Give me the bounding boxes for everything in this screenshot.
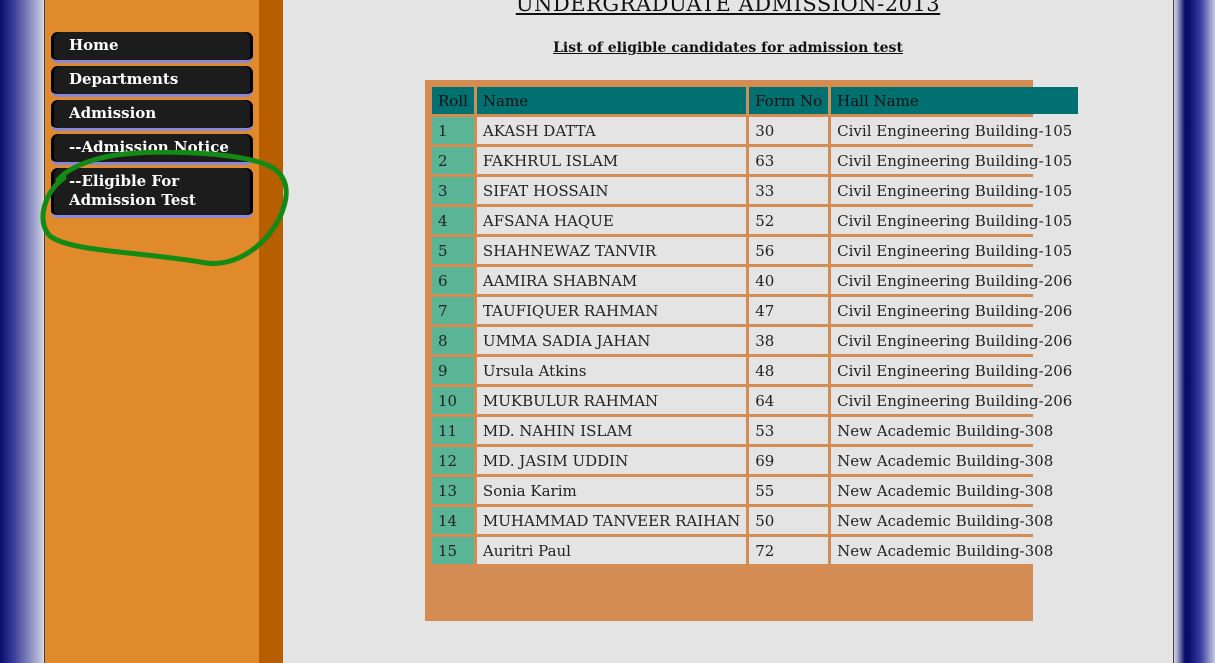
table-header-row: Roll Name Form No Hall Name: [432, 87, 1079, 114]
cell-roll: 1: [432, 117, 474, 144]
cell-roll: 4: [432, 207, 474, 234]
cell-roll: 8: [432, 327, 474, 354]
cell-roll: 15: [432, 537, 474, 564]
page-subtitle: List of eligible candidates for admissio…: [553, 40, 903, 56]
cell-form-no: 38: [749, 327, 829, 354]
cell-form-no: 50: [749, 507, 829, 534]
cell-hall-name: Civil Engineering Building-206: [831, 387, 1079, 414]
sidebar-strip: [259, 0, 283, 663]
nav-admission[interactable]: Admission: [51, 100, 253, 131]
cell-hall-name: Civil Engineering Building-206: [831, 267, 1079, 294]
cell-name: FAKHRUL ISLAM: [476, 147, 747, 174]
table-row: 11 MD. NAHIN ISLAM 53 New Academic Building…: [432, 417, 1079, 444]
cell-name: MUHAMMAD TANVEER RAIHAN: [476, 507, 747, 534]
table-row: 10 MUKBULUR RAHMAN 64 Civil Engineering Bui…: [432, 387, 1079, 414]
sidebar: Home Departments Admission --Admission N…: [45, 0, 259, 663]
cell-hall-name: Civil Engineering Building-105: [831, 177, 1079, 204]
nav-departments-label: Departments: [69, 70, 179, 88]
cell-form-no: 64: [749, 387, 829, 414]
candidates-table: Roll Name Form No Hall Name 1 AKASH DATTA…: [429, 84, 1081, 567]
cell-form-no: 30: [749, 117, 829, 144]
cell-name: MD. JASIM UDDIN: [476, 447, 747, 474]
cell-roll: 11: [432, 417, 474, 444]
right-background-gradient: [1173, 0, 1215, 663]
column-header-roll: Roll: [432, 87, 474, 114]
table-row: 3 SIFAT HOSSAIN 33 Civil Engineering Buildi…: [432, 177, 1079, 204]
cell-form-no: 52: [749, 207, 829, 234]
table-row: 15 Auritri Paul 72 New Academic Building-30…: [432, 537, 1079, 564]
cell-hall-name: Civil Engineering Building-105: [831, 207, 1079, 234]
cell-hall-name: Civil Engineering Building-105: [831, 117, 1079, 144]
page-title: UNDERGRADUATE ADMISSION-2013: [515, 0, 941, 16]
cell-form-no: 48: [749, 357, 829, 384]
cell-hall-name: New Academic Building-308: [831, 447, 1079, 474]
table-body: 1 AKASH DATTA 30 Civil Engineering Building…: [432, 117, 1079, 564]
cell-hall-name: Civil Engineering Building-105: [831, 237, 1079, 264]
table-row: 9 Ursula Atkins 48 Civil Engineering Buildi…: [432, 357, 1079, 384]
cell-roll: 10: [432, 387, 474, 414]
cell-form-no: 55: [749, 477, 829, 504]
cell-hall-name: New Academic Building-308: [831, 507, 1079, 534]
cell-roll: 2: [432, 147, 474, 174]
table-row: 8 UMMA SADIA JAHAN 38 Civil Engineering Bui…: [432, 327, 1079, 354]
cell-form-no: 69: [749, 447, 829, 474]
cell-form-no: 47: [749, 297, 829, 324]
nav-admission-notice[interactable]: --Admission Notice: [51, 134, 253, 165]
cell-roll: 5: [432, 237, 474, 264]
cell-name: AFSANA HAQUE: [476, 207, 747, 234]
table-row: 13 Sonia Karim 55 New Academic Building-308: [432, 477, 1079, 504]
cell-name: Ursula Atkins: [476, 357, 747, 384]
cell-roll: 6: [432, 267, 474, 294]
cell-roll: 9: [432, 357, 474, 384]
cell-name: SIFAT HOSSAIN: [476, 177, 747, 204]
cell-roll: 3: [432, 177, 474, 204]
table-row: 5 SHAHNEWAZ TANVIR 56 Civil Engineering Bui…: [432, 237, 1079, 264]
nav-admission-notice-label: --Admission Notice: [69, 138, 229, 156]
nav-departments[interactable]: Departments: [51, 66, 253, 97]
nav-home[interactable]: Home: [51, 32, 253, 63]
column-header-form-no: Form No: [749, 87, 829, 114]
cell-name: AAMIRA SHABNAM: [476, 267, 747, 294]
column-header-name: Name: [476, 87, 747, 114]
table-row: 6 AAMIRA SHABNAM 40 Civil Engineering Build…: [432, 267, 1079, 294]
candidates-table-container: Roll Name Form No Hall Name 1 AKASH DATTA…: [425, 80, 1079, 621]
cell-form-no: 53: [749, 417, 829, 444]
cell-name: TAUFIQUER RAHMAN: [476, 297, 747, 324]
cell-roll: 7: [432, 297, 474, 324]
table-row: 2 FAKHRUL ISLAM 63 Civil Engineering Buildi…: [432, 147, 1079, 174]
cell-roll: 13: [432, 477, 474, 504]
page-container: Home Departments Admission --Admission N…: [44, 0, 1174, 663]
cell-hall-name: Civil Engineering Building-206: [831, 297, 1079, 324]
nav-eligible-label: --Eligible For Admission Test: [69, 172, 196, 209]
cell-form-no: 56: [749, 237, 829, 264]
table-row: 1 AKASH DATTA 30 Civil Engineering Building…: [432, 117, 1079, 144]
cell-name: UMMA SADIA JAHAN: [476, 327, 747, 354]
table-row: 7 TAUFIQUER RAHMAN 47 Civil Engineering Bui…: [432, 297, 1079, 324]
table-row: 4 AFSANA HAQUE 52 Civil Engineering Buildin…: [432, 207, 1079, 234]
cell-hall-name: Civil Engineering Building-105: [831, 147, 1079, 174]
cell-form-no: 40: [749, 267, 829, 294]
cell-hall-name: Civil Engineering Building-206: [831, 357, 1079, 384]
cell-name: SHAHNEWAZ TANVIR: [476, 237, 747, 264]
cell-roll: 12: [432, 447, 474, 474]
table-row: 12 MD. JASIM UDDIN 69 New Academic Building…: [432, 447, 1079, 474]
cell-form-no: 33: [749, 177, 829, 204]
cell-name: AKASH DATTA: [476, 117, 747, 144]
column-header-hall-name: Hall Name: [831, 87, 1079, 114]
table-row: 14 MUHAMMAD TANVEER RAIHAN 50 New Academic …: [432, 507, 1079, 534]
cell-form-no: 63: [749, 147, 829, 174]
cell-hall-name: New Academic Building-308: [831, 537, 1079, 564]
cell-hall-name: Civil Engineering Building-206: [831, 327, 1079, 354]
nav-home-label: Home: [69, 36, 119, 54]
cell-name: Sonia Karim: [476, 477, 747, 504]
cell-hall-name: New Academic Building-308: [831, 477, 1079, 504]
cell-roll: 14: [432, 507, 474, 534]
cell-name: MUKBULUR RAHMAN: [476, 387, 747, 414]
cell-name: Auritri Paul: [476, 537, 747, 564]
nav-eligible-for-admission-test[interactable]: --Eligible For Admission Test: [51, 168, 253, 218]
cell-name: MD. NAHIN ISLAM: [476, 417, 747, 444]
cell-hall-name: New Academic Building-308: [831, 417, 1079, 444]
cell-form-no: 72: [749, 537, 829, 564]
nav-admission-label: Admission: [69, 104, 157, 122]
